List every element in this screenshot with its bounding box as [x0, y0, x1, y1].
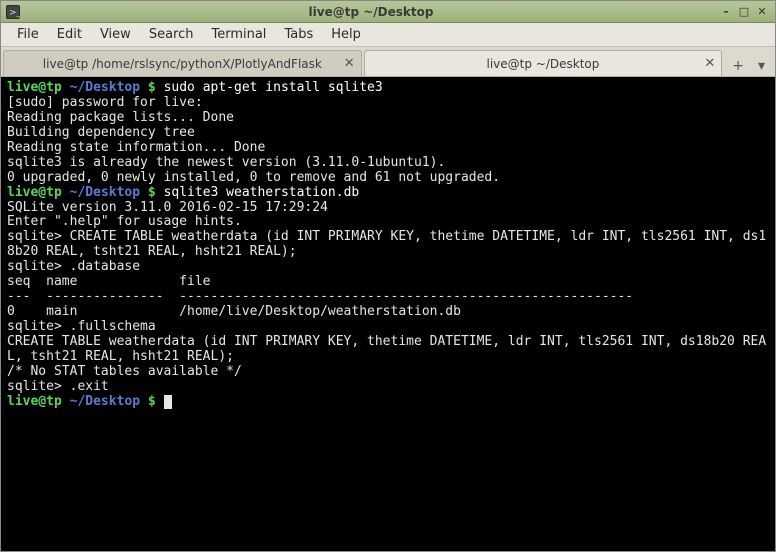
terminal-output[interactable]: live@tp ~/Desktop $ sudo apt-get install…: [1, 77, 775, 551]
terminal-line: Reading package lists... Done: [7, 110, 234, 125]
menu-edit[interactable]: Edit: [49, 24, 90, 45]
terminal-line: Enter ".help" for usage hints.: [7, 214, 242, 229]
window-title: live@tp ~/Desktop: [25, 5, 717, 19]
terminal-app-icon: >_: [5, 4, 21, 20]
tab-desktop[interactable]: live@tp ~/Desktop ✕: [364, 50, 723, 76]
prompt-user-host: live@tp: [7, 185, 62, 200]
menubar: File Edit View Search Terminal Tabs Help: [1, 23, 775, 47]
terminal-line: sqlite> .fullschema: [7, 319, 156, 334]
tab-extras: + ▾: [724, 56, 773, 76]
terminal-line: 0 upgraded, 0 newly installed, 0 to remo…: [7, 170, 500, 185]
prompt-symbol: $: [148, 185, 156, 200]
terminal-line: --- --------------- --------------------…: [7, 289, 633, 304]
prompt-user-host: live@tp: [7, 80, 62, 95]
terminal-line: Reading state information... Done: [7, 140, 265, 155]
window-controls: – □ ✕: [717, 4, 771, 20]
svg-text:>_: >_: [9, 8, 20, 18]
terminal-line: sqlite3 is already the newest version (3…: [7, 155, 445, 170]
tab-close-icon[interactable]: ✕: [344, 56, 355, 71]
menu-tabs[interactable]: Tabs: [276, 24, 321, 45]
menu-search[interactable]: Search: [141, 24, 202, 45]
maximize-button[interactable]: □: [735, 4, 753, 20]
terminal-cursor: [164, 395, 172, 409]
terminal-line: sqlite> .database: [7, 259, 140, 274]
prompt-user-host: live@tp: [7, 394, 62, 409]
tab-dropdown-icon[interactable]: ▾: [754, 56, 769, 76]
terminal-line: sqlite> CREATE TABLE weatherdata (id INT…: [7, 229, 766, 259]
menu-help[interactable]: Help: [323, 24, 369, 45]
prompt-symbol: $: [148, 394, 156, 409]
menu-terminal[interactable]: Terminal: [203, 24, 274, 45]
menu-file[interactable]: File: [9, 24, 47, 45]
command-text: sqlite3 weatherstation.db: [164, 185, 360, 200]
tab-label: live@tp ~/Desktop: [487, 57, 600, 71]
terminal-line: seq name file: [7, 274, 211, 289]
terminal-line: SQLite version 3.11.0 2016-02-15 17:29:2…: [7, 200, 328, 215]
prompt-path: ~/Desktop: [70, 394, 140, 409]
tab-plotly-flask[interactable]: live@tp /home/rslsync/pythonX/PlotlyAndF…: [3, 50, 362, 76]
tab-label: live@tp /home/rslsync/pythonX/PlotlyAndF…: [43, 57, 322, 71]
tabbar: live@tp /home/rslsync/pythonX/PlotlyAndF…: [1, 47, 775, 77]
minimize-button[interactable]: –: [717, 4, 735, 20]
terminal-line: /* No STAT tables available */: [7, 364, 242, 379]
close-button[interactable]: ✕: [753, 4, 771, 20]
tab-close-icon[interactable]: ✕: [704, 56, 715, 71]
titlebar: >_ live@tp ~/Desktop – □ ✕: [1, 1, 775, 23]
terminal-line: CREATE TABLE weatherdata (id INT PRIMARY…: [7, 334, 766, 364]
menu-view[interactable]: View: [92, 24, 139, 45]
terminal-line: sqlite> .exit: [7, 379, 109, 394]
prompt-symbol: $: [148, 80, 156, 95]
prompt-path: ~/Desktop: [70, 185, 140, 200]
new-tab-button[interactable]: +: [728, 56, 748, 76]
prompt-path: ~/Desktop: [70, 80, 140, 95]
terminal-line: 0 main /home/live/Desktop/weatherstation…: [7, 304, 461, 319]
command-text: sudo apt-get install sqlite3: [164, 80, 383, 95]
terminal-line: [sudo] password for live:: [7, 95, 203, 110]
terminal-line: Building dependency tree: [7, 125, 195, 140]
